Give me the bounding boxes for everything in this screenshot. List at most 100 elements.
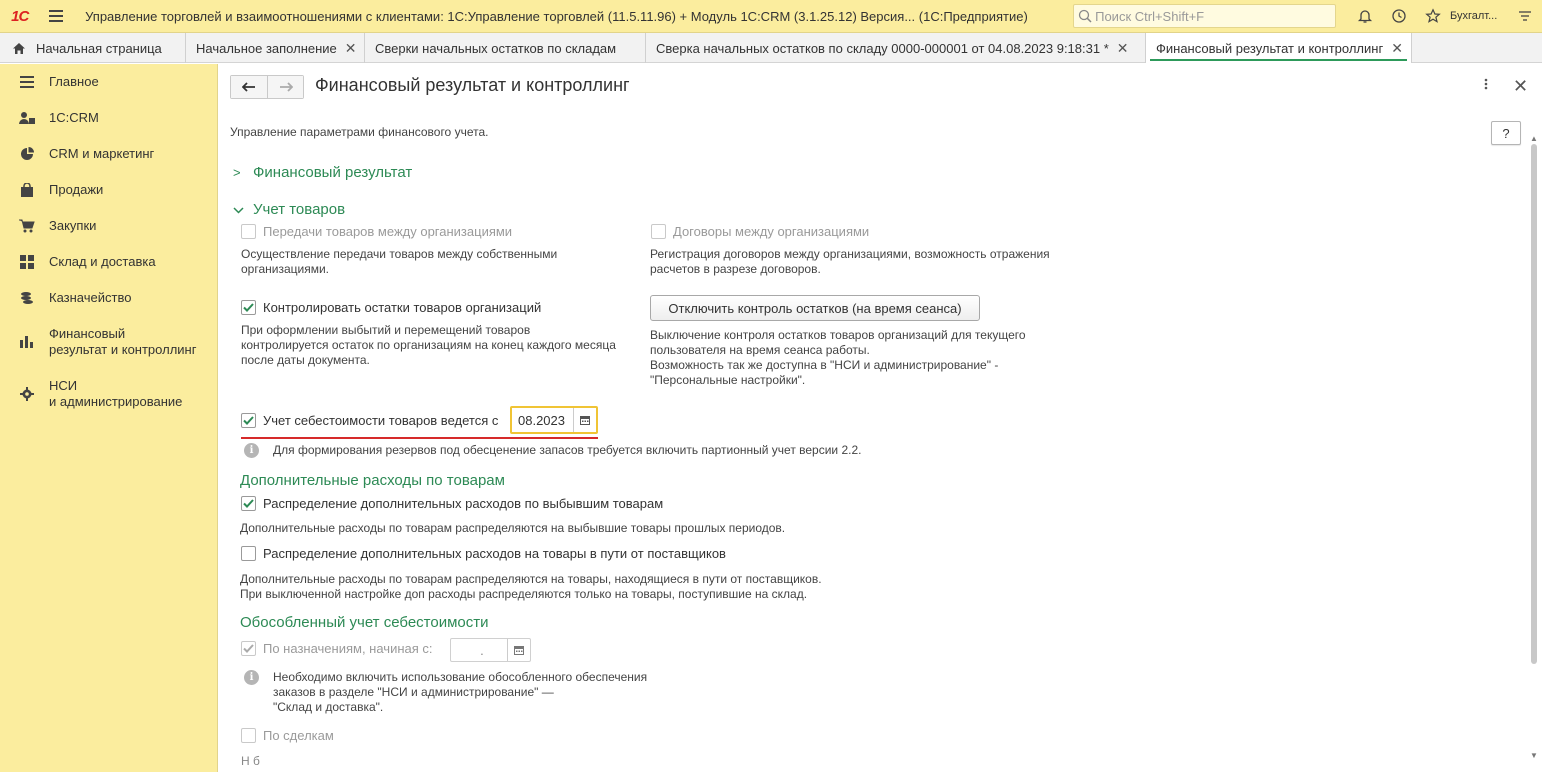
sidebar-item-financial-result[interactable]: Финансовый результат и контроллинг [0,316,217,368]
close-icon[interactable]: ✕ [1117,40,1129,57]
scroll-up-icon[interactable]: ▲ [1530,134,1538,143]
checkbox-label: Распределение дополнительных расходов на… [263,546,726,561]
info-icon: i [244,443,259,458]
checkbox-label: По назначениям, начиная с: [263,641,433,656]
vertical-scrollbar[interactable]: ▲ ▼ [1527,132,1541,772]
checkbox-by-purpose[interactable]: По назначениям, начиная с: [241,641,433,656]
sidebar: Главное 1С:CRM CRM и маркетинг Продажи З… [0,64,218,772]
sidebar-item-treasury[interactable]: Казначейство [0,280,217,316]
checkbox-box[interactable] [241,641,256,656]
date-value: . [480,642,484,658]
extra-out-description: Дополнительные расходы по товарам распре… [240,521,786,535]
tab-bar: Начальная страница Начальное заполнение … [0,33,1542,63]
checkbox-contracts-between-orgs[interactable]: Договоры между организациями [651,224,869,239]
menu-icon [18,74,36,90]
tab-home[interactable]: Начальная страница [0,33,186,63]
purpose-start-date-input[interactable]: . [450,638,531,662]
scroll-thumb[interactable] [1531,144,1537,664]
main-content: Финансовый результат и контроллинг ✕ ? У… [219,64,1542,772]
pie-chart-icon [18,146,36,162]
page-title: Финансовый результат и контроллинг [315,75,630,95]
checkbox-by-deals[interactable]: По сделкам [241,728,334,743]
scroll-down-icon[interactable]: ▼ [1530,751,1538,760]
search-icon [1078,9,1092,23]
info-icon: i [244,670,259,685]
separate-info: i Необходимо включить использование обос… [244,670,673,715]
sidebar-item-crm[interactable]: 1С:CRM [0,100,217,136]
sidebar-item-purchases[interactable]: Закупки [0,208,217,244]
search-input[interactable]: Поиск Ctrl+Shift+F [1073,4,1336,28]
calendar-icon[interactable] [506,639,530,661]
arrow-left-icon [242,82,255,92]
sidebar-item-main[interactable]: Главное [0,64,217,100]
back-button[interactable] [231,76,267,98]
checkbox-extra-expenses-out[interactable]: Распределение дополнительных расходов по… [241,496,663,511]
sidebar-item-label: CRM и маркетинг [49,146,155,161]
tab-label: Сверки начальных остатков по складам [375,40,617,56]
section-goods-accounting[interactable]: Учет товаров [233,201,345,218]
tab-label: Начальная страница [36,40,162,56]
forward-button[interactable] [267,76,303,98]
user-name[interactable]: Бухгалт... [1450,10,1508,22]
checkbox-label: Передачи товаров между организациями [263,224,513,239]
close-form-icon[interactable]: ✕ [1513,76,1528,97]
main-menu-icon[interactable] [40,0,74,33]
checkbox-control-balances[interactable]: Контролировать остатки товаров организац… [241,300,541,315]
checkbox-box[interactable] [241,413,256,428]
close-icon[interactable]: ✕ [345,40,357,57]
disable-control-description: Выключение контроля остатков товаров орг… [650,328,1026,387]
checkbox-box[interactable] [241,728,256,743]
sidebar-item-sales[interactable]: Продажи [0,172,217,208]
close-icon[interactable]: ✕ [1391,40,1403,57]
bar-chart-icon [18,334,36,350]
checkbox-extra-expenses-transit[interactable]: Распределение дополнительных расходов на… [241,546,726,561]
checkbox-box[interactable] [241,300,256,315]
subsection-separate-cost: Обособленный учет себестоимости [240,614,489,631]
chevron-down-icon [233,202,247,217]
tab-warehouse-reconciliations[interactable]: Сверки начальных остатков по складам [365,33,646,63]
sidebar-item-label: Продажи [49,182,104,197]
checkbox-transfers-between-orgs[interactable]: Передачи товаров между организациями [241,224,512,239]
app-title: Управление торговлей и взаимоотношениями… [85,8,1028,24]
info-text: Для формирования резервов под обесценени… [273,443,862,457]
control-balances-description: При оформлении выбытий и перемещений тов… [241,323,616,367]
tab-financial-result[interactable]: Финансовый результат и контроллинг ✕ [1146,33,1412,63]
checkbox-label: Распределение дополнительных расходов по… [263,496,664,511]
checkbox-cost-accounting[interactable]: Учет себестоимости товаров ведется с [241,413,498,428]
search-placeholder: Поиск Ctrl+Shift+F [1095,8,1205,24]
history-icon[interactable] [1382,0,1416,33]
info-text: Необходимо включить использование обособ… [273,670,648,714]
transfers-description: Осуществление передачи товаров между соб… [241,247,558,276]
checkbox-label: По сделкам [263,728,334,743]
sidebar-item-nsi-admin[interactable]: НСИ и администрирование [0,368,217,420]
cost-start-date-input[interactable]: 08.2023 [510,406,598,434]
gear-icon [18,386,36,402]
section-financial-result[interactable]: > Финансовый результат [233,164,412,181]
help-button[interactable]: ? [1491,121,1521,145]
title-bar: 1С Управление торговлей и взаимоотношени… [0,0,1542,33]
sidebar-item-label: Финансовый результат и контроллинг [49,326,197,357]
tab-warehouse-reconciliation-doc[interactable]: Сверка начальных остатков по складу 0000… [646,33,1146,63]
checkbox-box[interactable] [241,496,256,511]
checkbox-box[interactable] [241,546,256,561]
extra-transit-description: Дополнительные расходы по товарам распре… [240,572,822,601]
disable-balance-control-button[interactable]: Отключить контроль остатков (на время се… [650,295,980,321]
checkbox-label: Договоры между организациями [673,224,870,239]
bag-icon [18,182,36,198]
navigation-buttons [230,75,304,99]
sidebar-item-warehouse[interactable]: Склад и доставка [0,244,217,280]
checkbox-box[interactable] [241,224,256,239]
checkbox-box[interactable] [651,224,666,239]
bell-icon[interactable] [1348,0,1382,33]
home-icon [13,42,25,54]
tab-label: Начальное заполнение [196,40,337,56]
star-icon[interactable] [1416,0,1450,33]
calendar-icon[interactable] [572,408,596,432]
more-actions-icon[interactable] [1484,78,1488,93]
sidebar-item-crm-marketing[interactable]: CRM и маркетинг [0,136,217,172]
sidebar-item-label: Казначейство [49,290,132,305]
contracts-description: Регистрация договоров между организациям… [650,247,1050,276]
sidebar-item-label: НСИ и администрирование [49,378,183,409]
tab-initial-fill[interactable]: Начальное заполнение ✕ [186,33,365,63]
settings-menu-icon[interactable] [1508,0,1542,33]
